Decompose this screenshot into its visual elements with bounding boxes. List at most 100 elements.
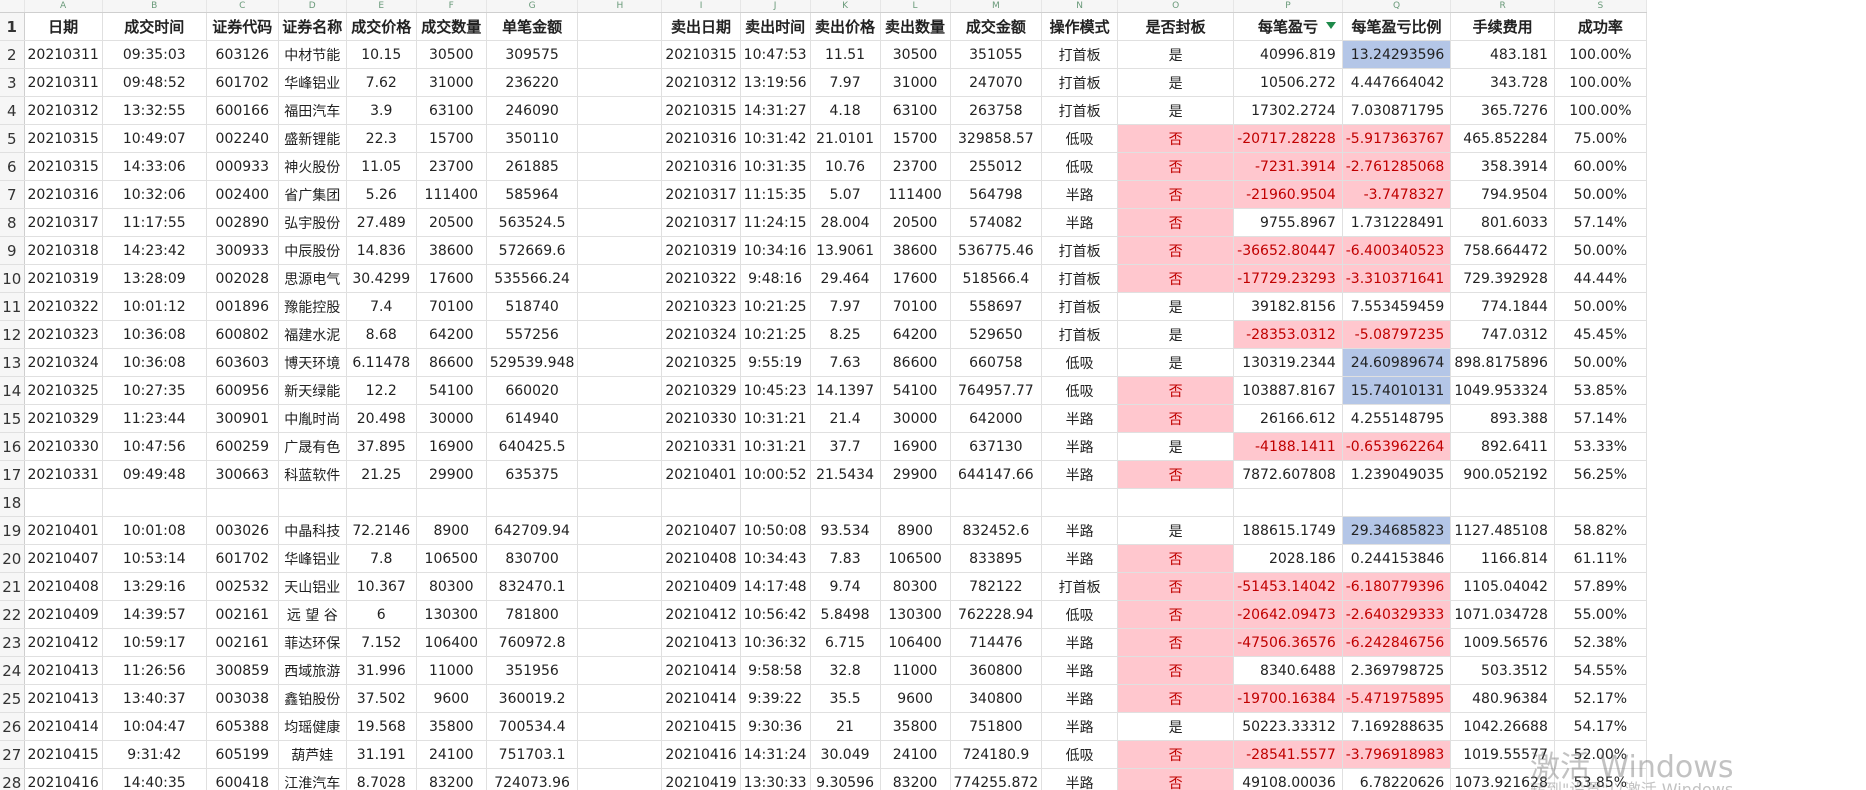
- cell[interactable]: 642709.94: [486, 516, 579, 545]
- cell[interactable]: 29.464: [810, 264, 881, 293]
- cell[interactable]: 7.62: [346, 68, 417, 97]
- cell[interactable]: 打首板: [1041, 68, 1119, 97]
- cell[interactable]: 13:29:16: [102, 572, 207, 601]
- cell[interactable]: 52.17%: [1554, 684, 1647, 713]
- cell[interactable]: [577, 152, 663, 181]
- cell[interactable]: 17600: [416, 264, 487, 293]
- row-number[interactable]: 2: [0, 40, 25, 69]
- cell[interactable]: 11000: [880, 656, 951, 685]
- cell[interactable]: [1450, 488, 1555, 517]
- cell[interactable]: 529539.948: [486, 348, 579, 377]
- data-grid[interactable]: A B C D E F G H I J K L M N O P Q R S 1 日期 成交时间 证券代码 证券名称 成交价格 成交…: [0, 0, 1647, 790]
- cell[interactable]: 半路: [1041, 768, 1119, 790]
- cell[interactable]: 360800: [950, 656, 1043, 685]
- cell[interactable]: [577, 320, 663, 349]
- cell[interactable]: [577, 180, 663, 209]
- cell[interactable]: 半路: [1041, 684, 1119, 713]
- cell[interactable]: 20210322: [24, 292, 103, 321]
- cell[interactable]: 20210409: [24, 600, 103, 629]
- cell[interactable]: [577, 572, 663, 601]
- cell[interactable]: 广晟有色: [278, 432, 347, 461]
- cell[interactable]: 20210325: [661, 348, 741, 377]
- cell[interactable]: 833895: [950, 544, 1043, 573]
- cell[interactable]: 5.26: [346, 180, 417, 209]
- row-number[interactable]: 1: [0, 12, 25, 41]
- cell[interactable]: -19700.16384: [1233, 684, 1343, 713]
- row-number[interactable]: 16: [0, 432, 25, 461]
- cell[interactable]: 13:40:37: [102, 684, 207, 713]
- cell[interactable]: 642000: [950, 404, 1043, 433]
- cell[interactable]: 20210316: [24, 180, 103, 209]
- cell[interactable]: 56.25%: [1554, 460, 1647, 489]
- cell[interactable]: 半路: [1041, 432, 1119, 461]
- cell[interactable]: 365.7276: [1450, 96, 1555, 125]
- cell[interactable]: 7.63: [810, 348, 881, 377]
- column-header[interactable]: 成交时间: [102, 12, 207, 41]
- cell[interactable]: 9:30:36: [740, 712, 811, 741]
- cell[interactable]: 830700: [486, 544, 579, 573]
- cell[interactable]: 29900: [880, 460, 951, 489]
- cell[interactable]: 37.7: [810, 432, 881, 461]
- cell[interactable]: 10:50:08: [740, 516, 811, 545]
- cell[interactable]: 55.00%: [1554, 600, 1647, 629]
- cell[interactable]: 35800: [880, 712, 951, 741]
- cell[interactable]: [577, 404, 663, 433]
- column-header[interactable]: 成交价格: [346, 12, 417, 41]
- row-number[interactable]: 24: [0, 656, 25, 685]
- cell[interactable]: 38600: [416, 236, 487, 265]
- cell[interactable]: 130319.2344: [1233, 348, 1343, 377]
- cell[interactable]: 360019.2: [486, 684, 579, 713]
- cell[interactable]: 11:23:44: [102, 404, 207, 433]
- cell[interactable]: 892.6411: [1450, 432, 1555, 461]
- cell[interactable]: 盛新锂能: [278, 124, 347, 153]
- cell[interactable]: 75.00%: [1554, 124, 1647, 153]
- cell[interactable]: 350110: [486, 124, 579, 153]
- cell[interactable]: 20210331: [661, 432, 741, 461]
- cell[interactable]: 358.3914: [1450, 152, 1555, 181]
- cell[interactable]: [740, 488, 811, 517]
- cell[interactable]: 21.25: [346, 460, 417, 489]
- column-header[interactable]: 日期: [24, 12, 103, 41]
- cell[interactable]: 000933: [206, 152, 279, 181]
- cell[interactable]: 50223.33312: [1233, 712, 1343, 741]
- cell[interactable]: 70100: [880, 292, 951, 321]
- cell[interactable]: 351956: [486, 656, 579, 685]
- cell[interactable]: 20210415: [24, 740, 103, 769]
- cell[interactable]: 09:35:03: [102, 40, 207, 69]
- cell[interactable]: 20210407: [24, 544, 103, 573]
- cell[interactable]: -3.796918983: [1342, 740, 1452, 769]
- row-number[interactable]: 17: [0, 460, 25, 489]
- cell[interactable]: -47506.36576: [1233, 628, 1343, 657]
- cell[interactable]: 54.17%: [1554, 712, 1647, 741]
- cell[interactable]: 是: [1117, 348, 1235, 377]
- cell[interactable]: 002161: [206, 600, 279, 629]
- cell[interactable]: 11:17:55: [102, 208, 207, 237]
- cell[interactable]: 329858.57: [950, 124, 1043, 153]
- cell[interactable]: 83200: [880, 768, 951, 790]
- cell[interactable]: 10.76: [810, 152, 881, 181]
- cell[interactable]: [577, 208, 663, 237]
- cell[interactable]: 7.97: [810, 292, 881, 321]
- cell[interactable]: [577, 96, 663, 125]
- cell[interactable]: 否: [1117, 628, 1235, 657]
- cell[interactable]: 打首板: [1041, 40, 1119, 69]
- cell[interactable]: 否: [1117, 208, 1235, 237]
- cell[interactable]: 86600: [416, 348, 487, 377]
- cell[interactable]: 半路: [1041, 544, 1119, 573]
- cell[interactable]: 江淮汽车: [278, 768, 347, 790]
- cell[interactable]: 10:01:08: [102, 516, 207, 545]
- cell[interactable]: 是: [1117, 432, 1235, 461]
- cell[interactable]: -6.400340523: [1342, 236, 1452, 265]
- cell[interactable]: 9.74: [810, 572, 881, 601]
- cell[interactable]: 13:32:55: [102, 96, 207, 125]
- cell[interactable]: 打首板: [1041, 320, 1119, 349]
- cell[interactable]: 20210329: [24, 404, 103, 433]
- cell[interactable]: 751800: [950, 712, 1043, 741]
- cell[interactable]: 20210311: [24, 40, 103, 69]
- cell[interactable]: 7.8: [346, 544, 417, 573]
- cell[interactable]: 4.255148795: [1342, 404, 1452, 433]
- cell[interactable]: [1233, 488, 1343, 517]
- cell[interactable]: 半路: [1041, 180, 1119, 209]
- row-number[interactable]: 19: [0, 516, 25, 545]
- cell[interactable]: 低吸: [1041, 600, 1119, 629]
